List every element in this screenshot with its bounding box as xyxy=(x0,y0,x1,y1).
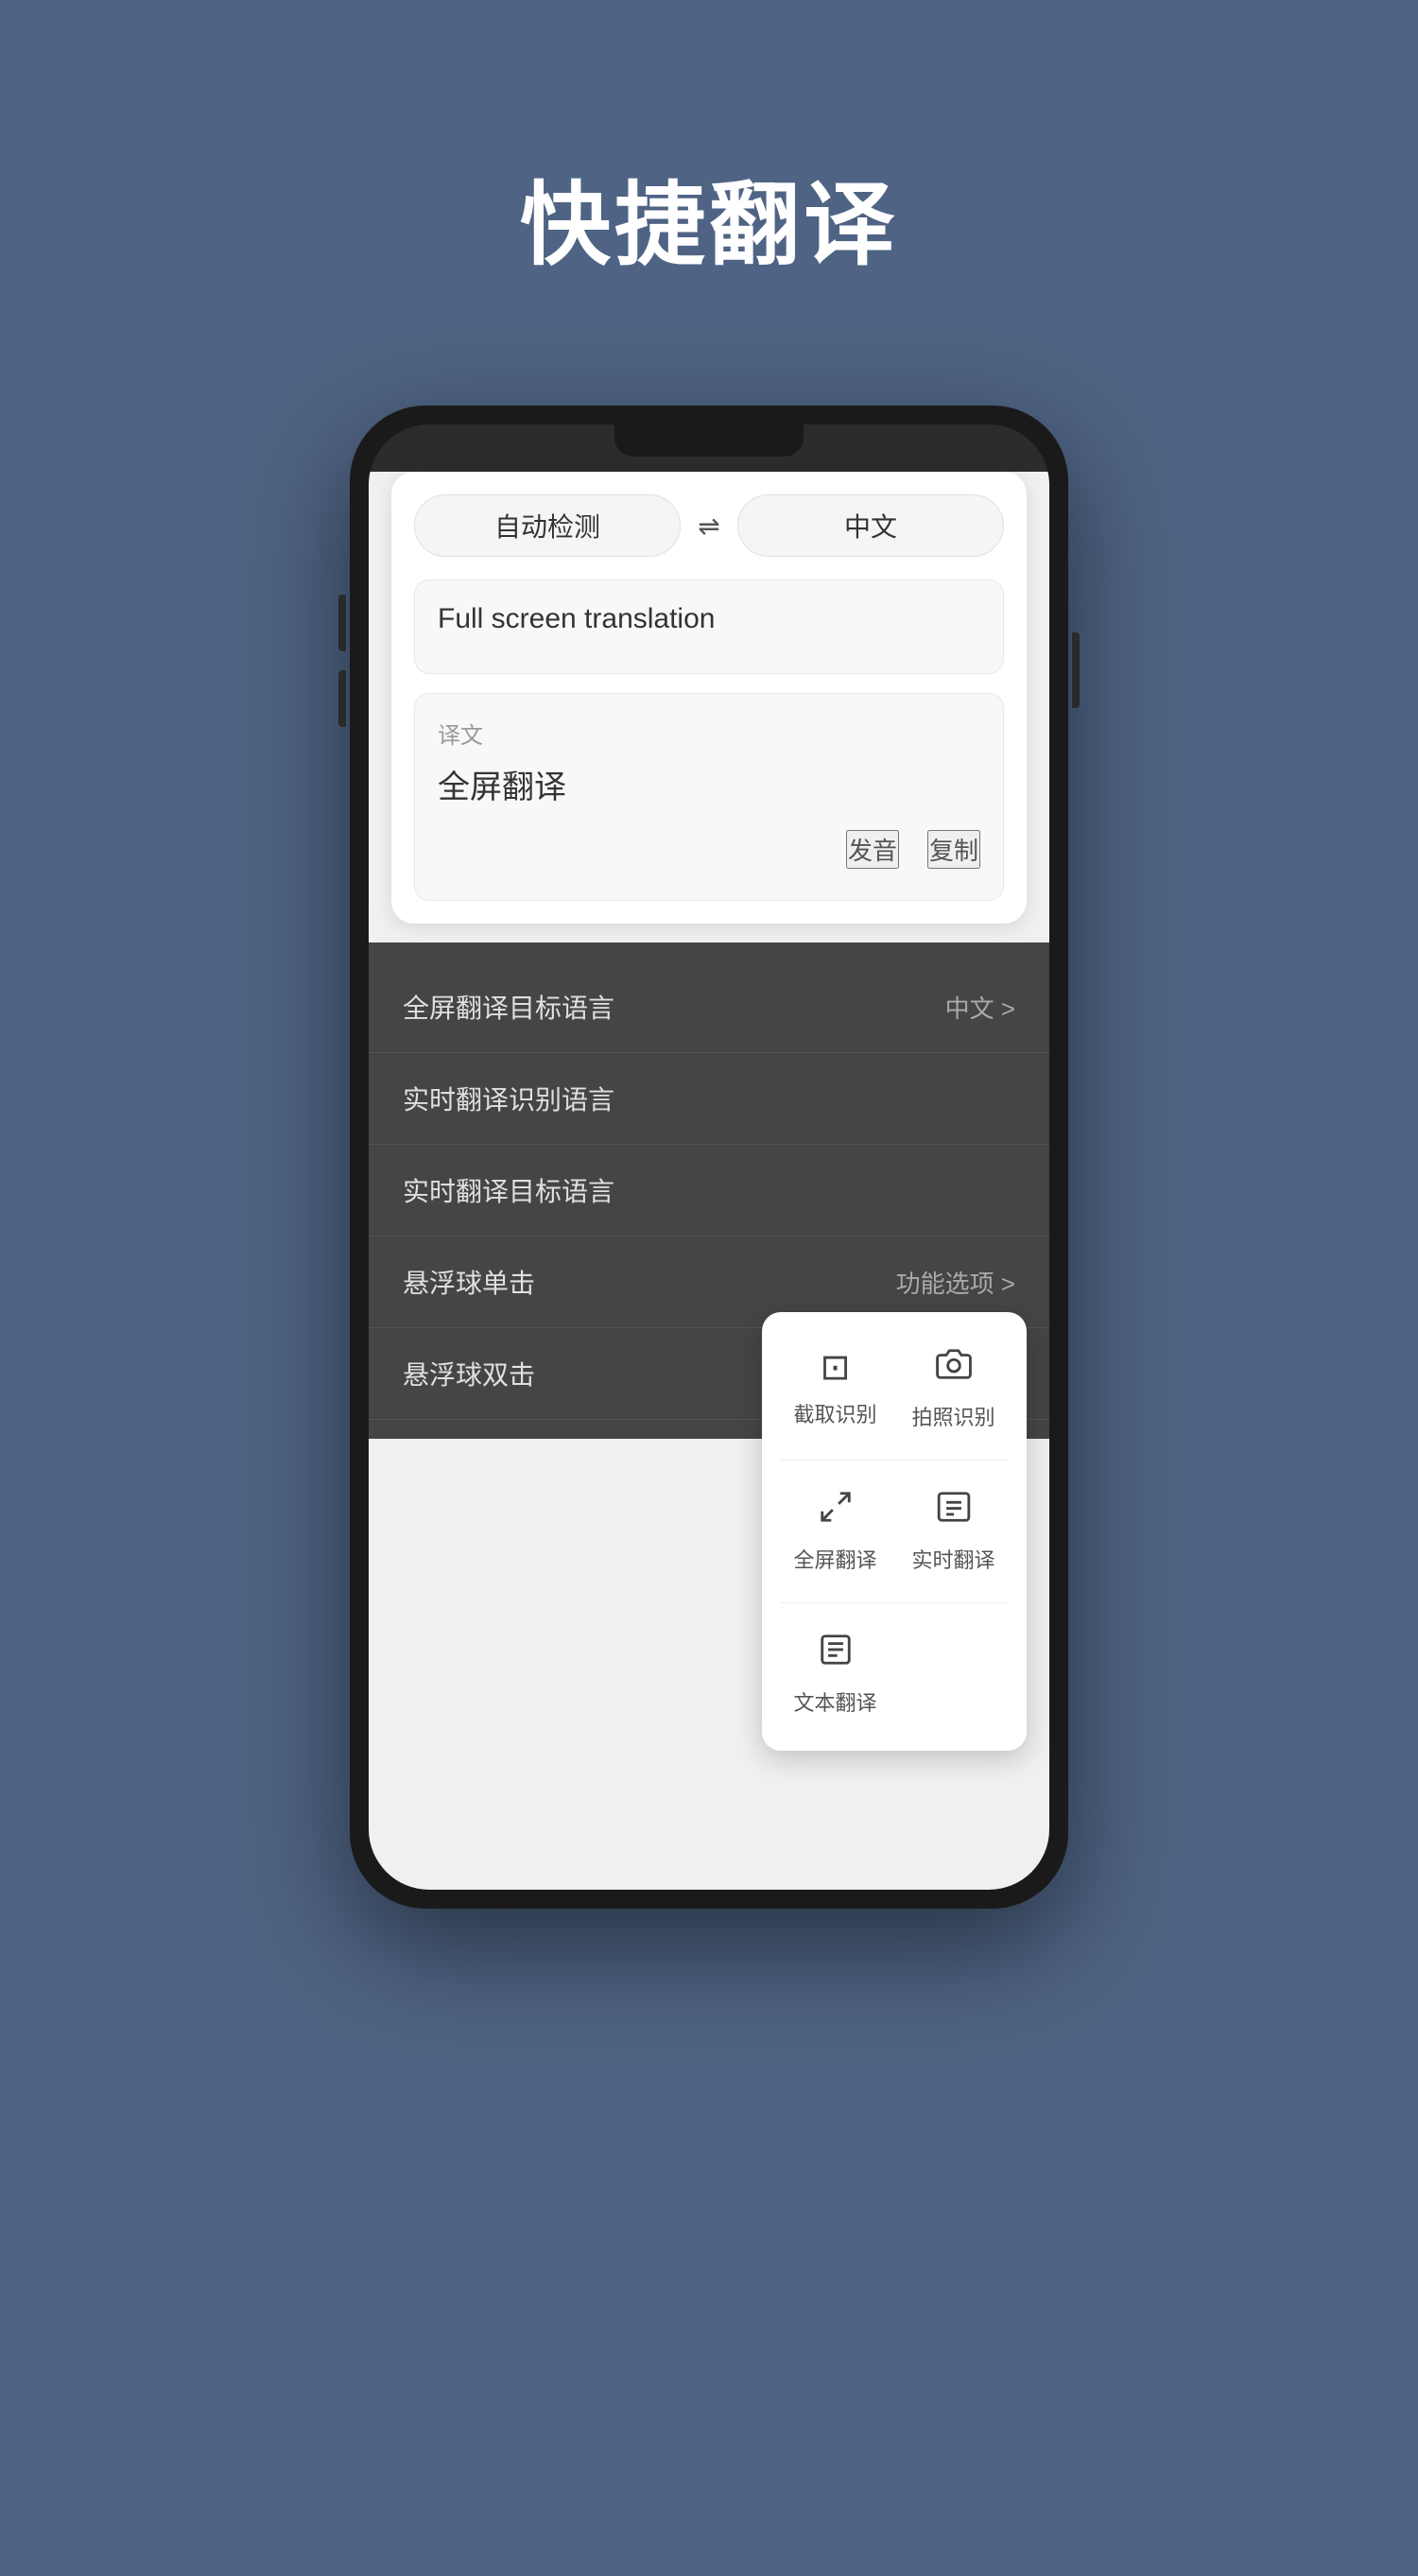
quick-menu-divider xyxy=(781,1460,1008,1461)
volume-down-button xyxy=(338,670,346,727)
result-label: 译文 xyxy=(438,717,980,750)
settings-item-realtime-target[interactable]: 实时翻译目标语言 xyxy=(369,1145,1049,1236)
settings-label-float-double: 悬浮球双击 xyxy=(403,1355,535,1392)
quick-label-fullscreen: 全屏翻译 xyxy=(793,1544,876,1574)
settings-value-float-single: 功能选项 > xyxy=(896,1265,1015,1300)
phone-notch xyxy=(614,424,804,457)
settings-label-realtime-source: 实时翻译识别语言 xyxy=(403,1080,614,1117)
result-text: 全屏翻译 xyxy=(438,761,980,807)
language-selector-row: 自动检测 ⇌ 中文 xyxy=(414,494,1004,557)
settings-area: 全屏翻译目标语言 中文 > 实时翻译识别语言 实时翻译目标语言 xyxy=(369,942,1049,1439)
pronounce-button[interactable]: 发音 xyxy=(846,830,899,869)
settings-item-realtime-source[interactable]: 实时翻译识别语言 xyxy=(369,1053,1049,1145)
settings-value-fullscreen-target: 中文 > xyxy=(945,990,1015,1025)
power-button xyxy=(1072,632,1080,708)
phone-screen: 自动检测 ⇌ 中文 Full screen translation 译文 全屏翻… xyxy=(369,424,1049,1890)
quick-menu-divider-2 xyxy=(781,1602,1008,1603)
translation-card: 自动检测 ⇌ 中文 Full screen translation 译文 全屏翻… xyxy=(391,472,1027,924)
target-language-button[interactable]: 中文 xyxy=(737,494,1004,557)
source-language-button[interactable]: 自动检测 xyxy=(414,494,681,557)
page-title: 快捷翻译 xyxy=(520,151,898,283)
realtime-icon xyxy=(936,1489,972,1534)
quick-label-text: 文本翻译 xyxy=(793,1686,876,1717)
settings-label-float-single: 悬浮球单击 xyxy=(403,1263,535,1301)
settings-label-realtime-target: 实时翻译目标语言 xyxy=(403,1171,614,1209)
quick-item-crop[interactable]: ⊡ 截取识别 xyxy=(781,1331,890,1446)
quick-label-crop: 截取识别 xyxy=(793,1398,876,1428)
phone-mockup: 自动检测 ⇌ 中文 Full screen translation 译文 全屏翻… xyxy=(350,406,1068,1909)
quick-label-realtime: 实时翻译 xyxy=(911,1544,994,1574)
swap-languages-icon[interactable]: ⇌ xyxy=(681,510,737,542)
quick-item-realtime[interactable]: 实时翻译 xyxy=(899,1474,1008,1589)
quick-item-fullscreen[interactable]: 全屏翻译 xyxy=(781,1474,890,1589)
camera-icon xyxy=(936,1346,972,1392)
crop-icon: ⊡ xyxy=(821,1346,851,1389)
text-icon xyxy=(818,1632,854,1677)
quick-item-camera[interactable]: 拍照识别 xyxy=(899,1331,1008,1446)
volume-up-button xyxy=(338,595,346,651)
copy-button[interactable]: 复制 xyxy=(927,830,980,869)
quick-action-menu: ⊡ 截取识别 拍照识别 xyxy=(762,1312,1027,1751)
phone-frame: 自动检测 ⇌ 中文 Full screen translation 译文 全屏翻… xyxy=(350,406,1068,1909)
settings-label-fullscreen-target: 全屏翻译目标语言 xyxy=(403,988,614,1026)
input-text-box[interactable]: Full screen translation xyxy=(414,579,1004,674)
result-actions: 发音 复制 xyxy=(438,830,980,869)
fullscreen-icon xyxy=(818,1489,854,1534)
quick-item-text[interactable]: 文本翻译 xyxy=(781,1616,890,1732)
quick-label-camera: 拍照识别 xyxy=(911,1401,994,1431)
app-content: 自动检测 ⇌ 中文 Full screen translation 译文 全屏翻… xyxy=(369,472,1049,1890)
result-box: 译文 全屏翻译 发音 复制 xyxy=(414,693,1004,901)
settings-item-fullscreen-target[interactable]: 全屏翻译目标语言 中文 > xyxy=(369,961,1049,1053)
